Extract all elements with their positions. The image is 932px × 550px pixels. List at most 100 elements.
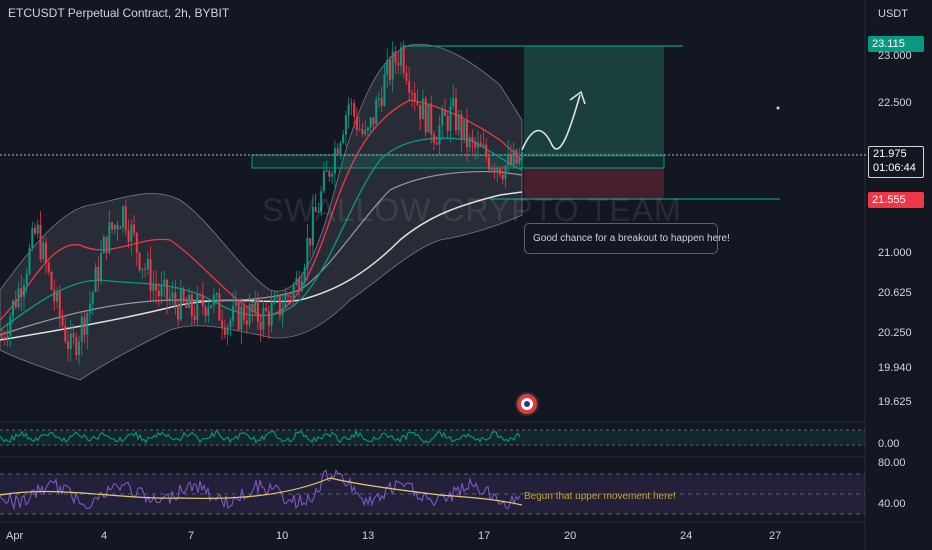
currency-label: USDT <box>878 8 908 20</box>
flag-badge-icon[interactable] <box>515 392 539 416</box>
candle-body <box>424 98 427 133</box>
candle-body <box>487 157 490 170</box>
candle-body <box>3 337 6 339</box>
candle-body <box>295 278 298 286</box>
target-zone[interactable] <box>524 46 664 157</box>
date-label: 7 <box>188 530 195 542</box>
candle-body <box>347 104 350 116</box>
candle-body <box>504 165 507 180</box>
date-label: 10 <box>276 530 289 542</box>
countdown-value: 01:06:44 <box>873 162 916 174</box>
candle-body <box>72 333 75 338</box>
candle-body <box>468 137 471 148</box>
candle-body <box>14 300 17 308</box>
candle-body <box>482 144 485 147</box>
candle-body <box>212 294 215 306</box>
scale-label: 20.250 <box>878 327 912 339</box>
candle-body <box>204 306 207 316</box>
candle-body <box>232 305 235 321</box>
candle-body <box>364 130 367 135</box>
candle-body <box>64 325 67 342</box>
candle-body <box>9 316 12 336</box>
candle-body <box>454 97 457 131</box>
candle-body <box>152 283 155 292</box>
date-label: 27 <box>769 530 782 542</box>
candle-body <box>383 74 386 106</box>
candle-body <box>267 311 270 326</box>
candle-body <box>350 103 353 105</box>
candle-body <box>273 297 276 304</box>
candle-body <box>342 134 345 143</box>
candle-body <box>1 336 3 338</box>
candle-body <box>221 320 224 328</box>
candle-body <box>12 300 15 317</box>
candle-body <box>23 285 26 297</box>
candle-body <box>509 153 512 165</box>
candle-body <box>300 280 303 292</box>
candle-body <box>265 308 268 312</box>
candle-body <box>17 288 20 308</box>
price-chart[interactable] <box>0 0 932 550</box>
candle-body <box>496 167 499 172</box>
candle-body <box>441 109 444 126</box>
candle-body <box>355 116 358 130</box>
chart-title[interactable]: ETCUSDT Perpetual Contract, 2h, BYBIT <box>8 6 229 20</box>
last-price-value: 21.975 <box>873 148 907 160</box>
candle-body <box>177 304 180 320</box>
candle-body <box>185 301 188 308</box>
candle-body <box>6 335 9 338</box>
candle-body <box>276 295 279 298</box>
rsi-callout[interactable]: Begun that upper movement here! <box>524 491 676 502</box>
candle-body <box>397 62 400 66</box>
breakout-callout[interactable]: Good chance for a breakout to happen her… <box>524 223 730 254</box>
candle-body <box>515 149 518 164</box>
candle-body <box>394 51 397 63</box>
candle-body <box>306 238 309 269</box>
candle-body <box>388 60 391 80</box>
candle-body <box>380 98 383 106</box>
candle-body <box>105 236 108 253</box>
candle-body <box>336 148 339 155</box>
candle-body <box>369 117 372 128</box>
candle-body <box>67 341 70 349</box>
candle-body <box>138 252 141 270</box>
candle-body <box>42 242 45 260</box>
candle-body <box>303 268 306 281</box>
candle-body <box>518 157 521 164</box>
rsi-scale-low: 40.00 <box>878 498 906 510</box>
candle-body <box>25 273 28 286</box>
candle-body <box>160 285 163 297</box>
candle-body <box>391 51 394 80</box>
date-label: 24 <box>680 530 693 542</box>
candle-body <box>119 227 122 230</box>
candle-body <box>281 308 284 316</box>
candle-body <box>196 294 199 320</box>
scale-label: 19.625 <box>878 396 912 408</box>
candle-body <box>207 307 210 316</box>
candle-body <box>226 327 229 335</box>
candle-body <box>199 294 202 296</box>
candle-body <box>39 224 42 260</box>
candle-body <box>485 144 488 158</box>
scale-label: 20.625 <box>878 287 912 299</box>
candle-body <box>375 99 378 125</box>
candle-body <box>438 125 441 145</box>
candle-body <box>56 291 59 302</box>
candle-body <box>248 303 251 325</box>
candle-body <box>58 291 61 316</box>
candle-body <box>28 247 31 274</box>
candle-body <box>405 72 408 82</box>
candle-body <box>325 171 328 173</box>
candle-body <box>366 127 369 131</box>
entry-zone[interactable] <box>251 154 665 169</box>
candle-body <box>262 308 265 330</box>
rsi-scale-high: 80.00 <box>878 457 906 469</box>
candle-body <box>408 81 411 93</box>
candle-body <box>435 142 438 145</box>
candle-body <box>430 103 433 135</box>
candle-body <box>507 153 510 166</box>
candle-body <box>86 312 89 335</box>
candle-body <box>512 149 515 165</box>
candle-body <box>210 305 213 308</box>
candle-body <box>190 294 193 316</box>
